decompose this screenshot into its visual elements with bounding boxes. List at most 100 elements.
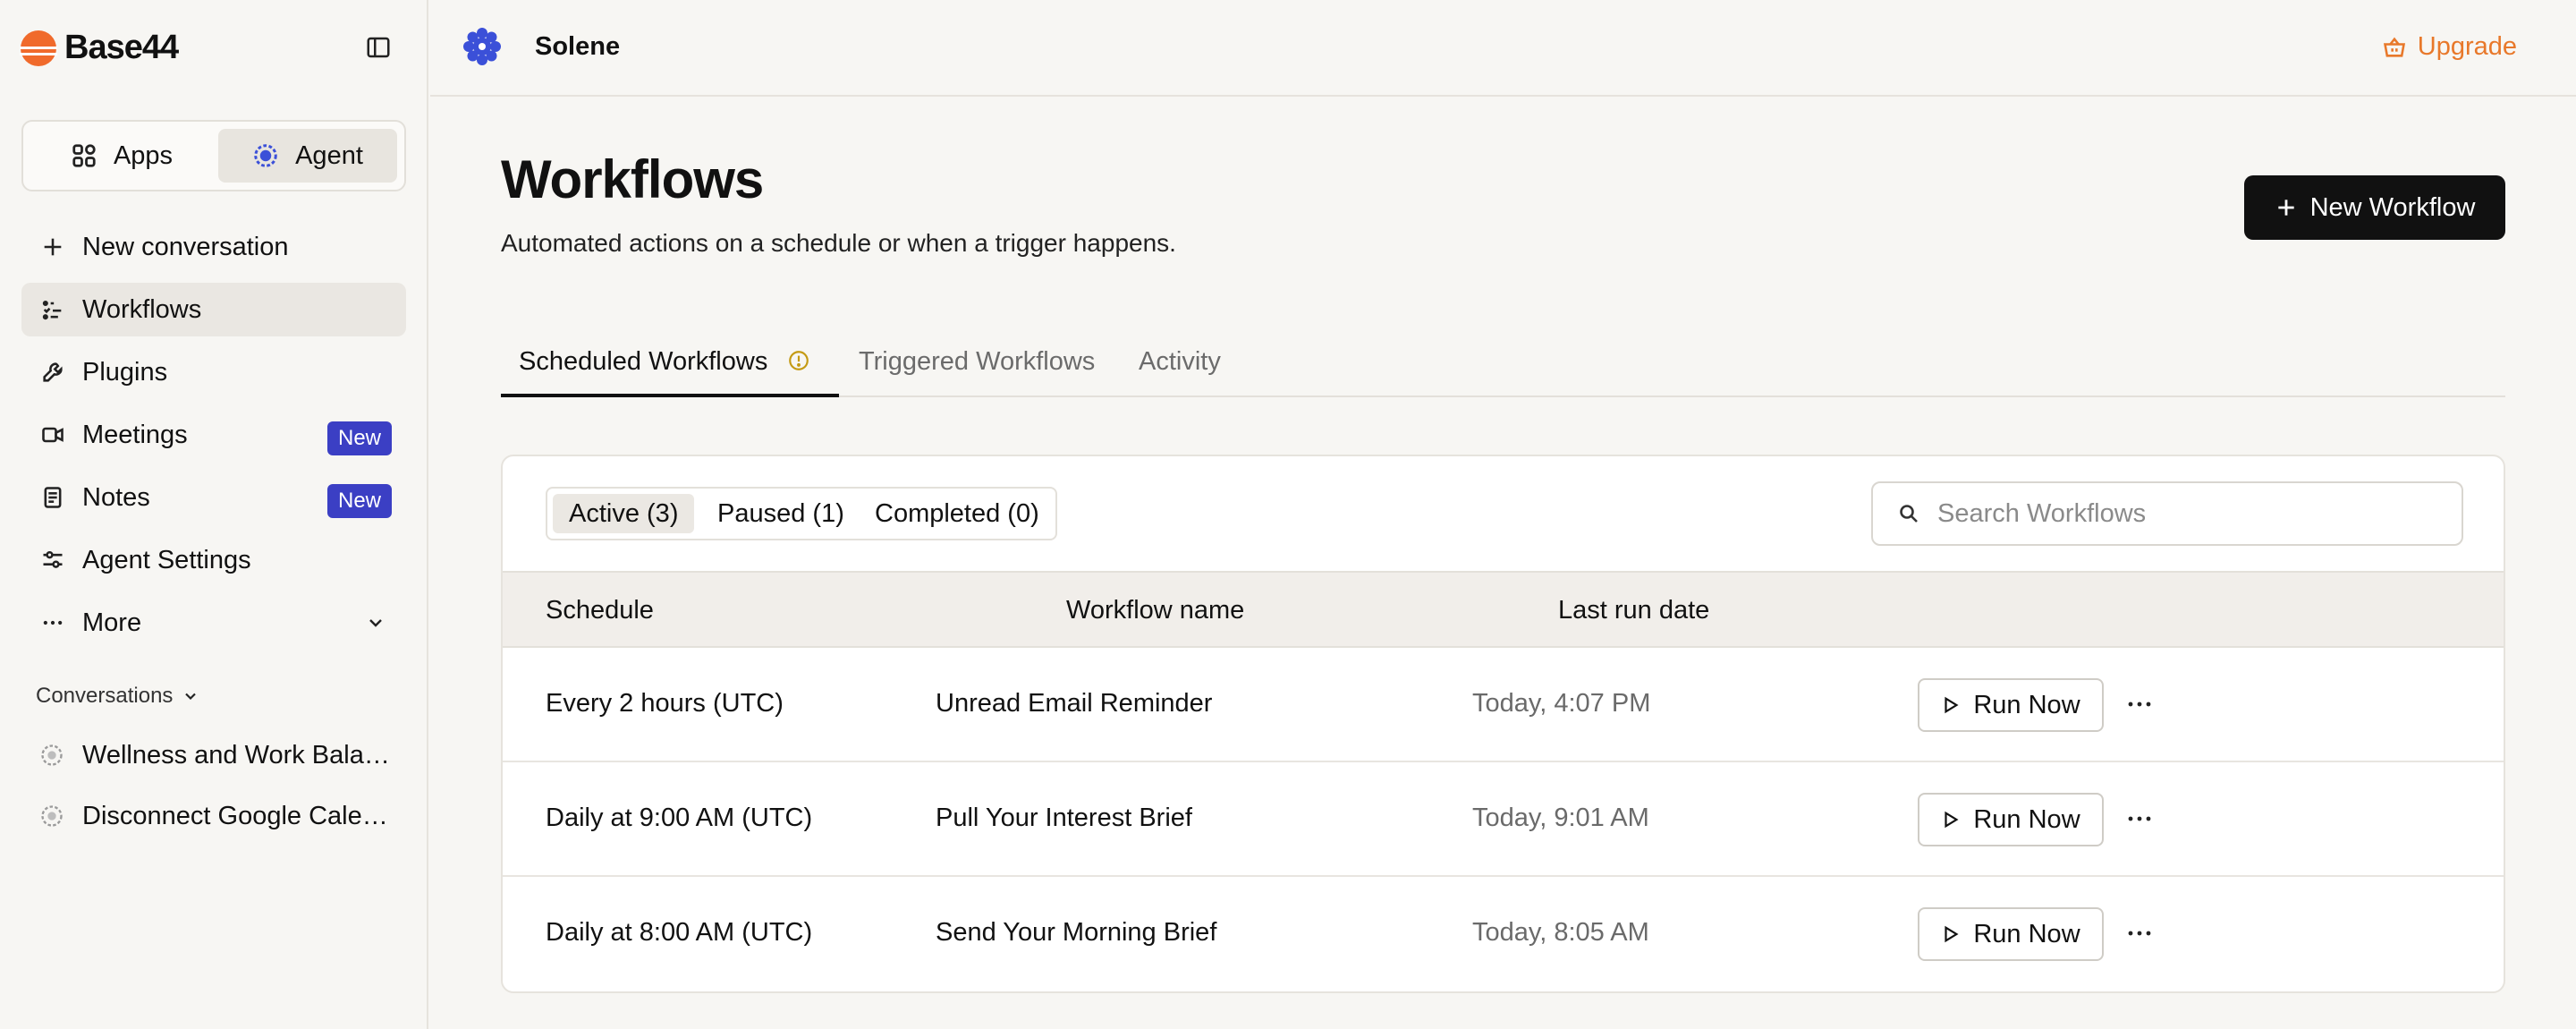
run-now-label: Run Now [1973, 690, 2080, 719]
last-run-cell: Today, 9:01 AM [1472, 804, 1649, 832]
agent-toggle-button[interactable]: Agent [218, 129, 397, 183]
logo[interactable]: Base44 [20, 29, 179, 67]
column-header-workflow-name: Workflow name [1066, 596, 1245, 625]
video-icon [39, 421, 66, 448]
play-icon [1945, 696, 1959, 714]
upgrade-label: Upgrade [2417, 32, 2517, 61]
conversation-item[interactable]: Wellness and Work Balance [39, 730, 397, 780]
note-icon [39, 484, 66, 511]
sidebar-item-workflows[interactable]: Workflows [21, 283, 406, 336]
tab-label: Scheduled Workflows [519, 347, 768, 376]
sidebar-item-label: Agent Settings [82, 545, 251, 574]
plus-icon [2277, 200, 2294, 216]
schedule-cell: Daily at 8:00 AM (UTC) [546, 918, 813, 947]
workflow-icon [39, 296, 66, 323]
search-box [1871, 481, 2463, 546]
sidebar-item-label: Workflows [82, 294, 202, 324]
filter-active[interactable]: Active (3) [553, 494, 695, 533]
wrench-icon [39, 359, 66, 386]
workflows-card: Active (3) Paused (1) Completed (0) Sche… [501, 455, 2505, 993]
new-workflow-label: New Workflow [2309, 192, 2476, 222]
sidebar-item-label: Plugins [82, 357, 168, 387]
crown-basket-icon [2383, 37, 2405, 57]
sidebar: Base44 Apps Agent New conversation Workf… [0, 0, 428, 1029]
run-now-label: Run Now [1973, 804, 2080, 834]
workflow-name-cell: Unread Email Reminder [936, 689, 1213, 718]
chevron-down-icon [369, 619, 382, 627]
table-row[interactable]: Daily at 9:00 AM (UTC) Pull Your Interes… [503, 762, 2504, 877]
sliders-icon [39, 547, 66, 574]
chevron-down-icon [185, 693, 197, 701]
play-icon [1945, 811, 1959, 829]
sidebar-nav: New conversation Workflows Plugins Meeti… [21, 220, 406, 659]
workflow-tabs: Scheduled Workflows Triggered Workflows … [501, 322, 2505, 397]
new-workflow-button[interactable]: New Workflow [2244, 175, 2505, 240]
column-header-last-run-date: Last run date [1558, 596, 1710, 625]
run-now-button[interactable]: Run Now [1918, 678, 2104, 732]
table-header: Schedule Workflow name Last run date [503, 571, 2504, 648]
info-icon [789, 351, 809, 370]
conversations-header[interactable]: Conversations [36, 684, 199, 709]
page-title: Workflows [501, 149, 764, 209]
sidebar-item-plugins[interactable]: Plugins [21, 345, 406, 399]
column-header-schedule: Schedule [546, 596, 654, 625]
upgrade-button[interactable]: Upgrade [2382, 32, 2517, 62]
tab-label: Triggered Workflows [859, 347, 1096, 376]
filter-paused[interactable]: Paused (1) [701, 494, 860, 533]
status-filter: Active (3) Paused (1) Completed (0) [546, 487, 1057, 540]
tab-triggered-workflows[interactable]: Triggered Workflows [859, 340, 1095, 397]
sidebar-item-more[interactable]: More [21, 596, 406, 650]
apps-toggle-button[interactable]: Apps [32, 129, 211, 183]
workflow-name-cell: Pull Your Interest Brief [936, 804, 1192, 832]
sidebar-item-label: New conversation [82, 232, 289, 261]
conversation-item[interactable]: Disconnect Google Calendar [39, 791, 397, 841]
sidebar-item-meetings[interactable]: Meetings New [21, 408, 406, 462]
filter-completed[interactable]: Completed (0) [859, 494, 1055, 533]
logo-text: Base44 [64, 29, 179, 66]
agent-flower-icon [254, 144, 277, 167]
base44-logo-icon [20, 30, 57, 66]
page-subtitle: Automated actions on a schedule or when … [501, 229, 1176, 257]
schedule-cell: Every 2 hours (UTC) [546, 689, 784, 718]
run-now-label: Run Now [1973, 919, 2080, 948]
tab-activity[interactable]: Activity [1139, 340, 1221, 397]
dots-icon [39, 609, 66, 636]
last-run-cell: Today, 4:07 PM [1472, 689, 1651, 718]
search-input[interactable] [1937, 498, 2438, 529]
sidebar-item-label: More [82, 608, 142, 637]
sidebar-item-new-conversation[interactable]: New conversation [21, 220, 406, 274]
new-badge: New [326, 484, 392, 518]
agent-name[interactable]: Solene [535, 32, 620, 62]
sidebar-item-label: Notes [82, 482, 150, 512]
conversations-label: Conversations [36, 684, 174, 708]
conversation-title: Wellness and Work Balance [82, 740, 397, 770]
table-row[interactable]: Every 2 hours (UTC) Unread Email Reminde… [503, 648, 2504, 762]
tab-label: Activity [1139, 347, 1221, 376]
sidebar-toggle-icon[interactable] [365, 34, 392, 61]
conversation-icon [41, 744, 63, 766]
more-options-icon[interactable] [2123, 805, 2156, 832]
more-options-icon[interactable] [2123, 920, 2156, 947]
search-icon [1900, 505, 1918, 523]
new-badge: New [326, 421, 392, 455]
last-run-cell: Today, 8:05 AM [1472, 918, 1649, 947]
sidebar-header: Base44 [0, 0, 428, 97]
conversation-icon [41, 805, 63, 827]
workflow-name-cell: Send Your Morning Brief [936, 918, 1217, 947]
agent-label: Agent [295, 140, 363, 170]
sidebar-item-notes[interactable]: Notes New [21, 471, 406, 524]
mode-toggle: Apps Agent [21, 120, 406, 191]
sidebar-item-agent-settings[interactable]: Agent Settings [21, 533, 406, 587]
apps-label: Apps [113, 140, 174, 170]
run-now-button[interactable]: Run Now [1918, 907, 2104, 961]
sidebar-item-label: Meetings [82, 420, 188, 449]
apps-grid-icon [72, 144, 96, 167]
tab-scheduled-workflows[interactable]: Scheduled Workflows [501, 340, 839, 397]
agent-avatar-icon [463, 28, 501, 65]
more-options-icon[interactable] [2123, 691, 2156, 718]
run-now-button[interactable]: Run Now [1918, 793, 2104, 846]
table-row[interactable]: Daily at 8:00 AM (UTC) Send Your Morning… [503, 877, 2504, 991]
schedule-cell: Daily at 9:00 AM (UTC) [546, 804, 813, 832]
plus-icon [39, 234, 66, 260]
conversation-title: Disconnect Google Calendar [82, 801, 397, 830]
